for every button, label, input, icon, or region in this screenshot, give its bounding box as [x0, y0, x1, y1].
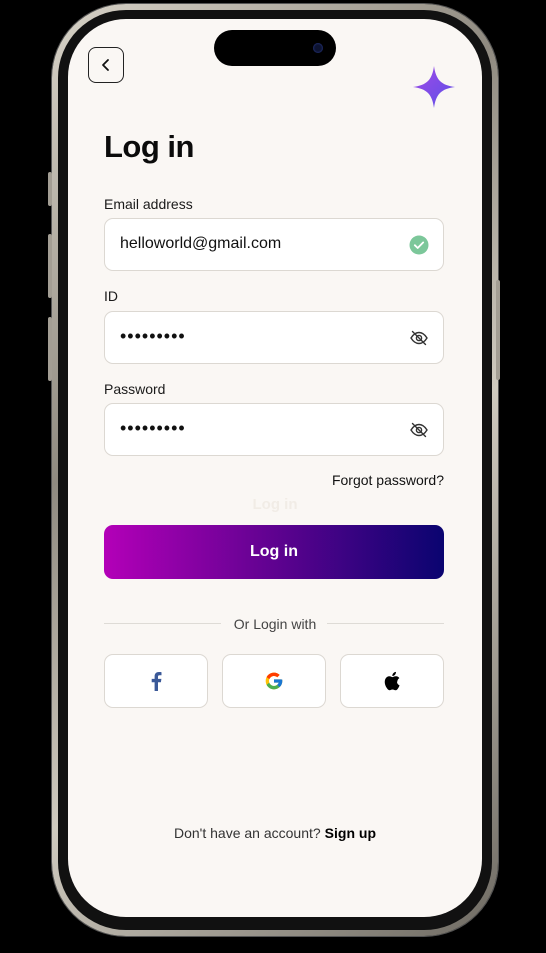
- facebook-icon: [151, 672, 162, 691]
- signup-prompt: Don't have an account? Sign up: [68, 825, 482, 841]
- ghost-login-text: Log in: [252, 496, 298, 513]
- id-label: ID: [104, 288, 118, 304]
- id-field[interactable]: •••••••••: [104, 311, 444, 364]
- password-label: Password: [104, 381, 166, 397]
- eye-off-icon[interactable]: [409, 328, 429, 348]
- signup-prompt-text: Don't have an account?: [174, 825, 321, 841]
- login-screen: Log in Email address helloworld@gmail.co…: [68, 19, 482, 917]
- login-button[interactable]: Log in: [104, 525, 444, 579]
- divider-label: Or Login with: [233, 616, 317, 632]
- volume-down-button: [48, 317, 52, 381]
- google-login-button[interactable]: [222, 654, 326, 708]
- volume-up-button: [48, 234, 52, 298]
- forgot-password-link[interactable]: Forgot password?: [332, 472, 444, 488]
- sparkle-icon: [413, 66, 455, 108]
- chevron-left-icon: [102, 59, 109, 71]
- email-label: Email address: [104, 196, 193, 212]
- apple-icon: [384, 671, 400, 691]
- id-value: •••••••••: [120, 326, 186, 346]
- password-field[interactable]: •••••••••: [104, 403, 444, 456]
- check-circle-icon: [409, 235, 429, 255]
- facebook-login-button[interactable]: [104, 654, 208, 708]
- front-camera: [313, 43, 323, 53]
- back-button[interactable]: [88, 47, 124, 83]
- password-value: •••••••••: [120, 418, 186, 438]
- action-button: [48, 172, 52, 206]
- signup-link[interactable]: Sign up: [325, 825, 376, 841]
- google-icon: [265, 672, 283, 690]
- page-title: Log in: [104, 129, 194, 164]
- email-field[interactable]: helloworld@gmail.com: [104, 218, 444, 271]
- dynamic-island: [214, 30, 336, 66]
- eye-off-icon[interactable]: [409, 420, 429, 440]
- power-button: [496, 280, 500, 380]
- apple-login-button[interactable]: [340, 654, 444, 708]
- email-value: helloworld@gmail.com: [120, 235, 282, 252]
